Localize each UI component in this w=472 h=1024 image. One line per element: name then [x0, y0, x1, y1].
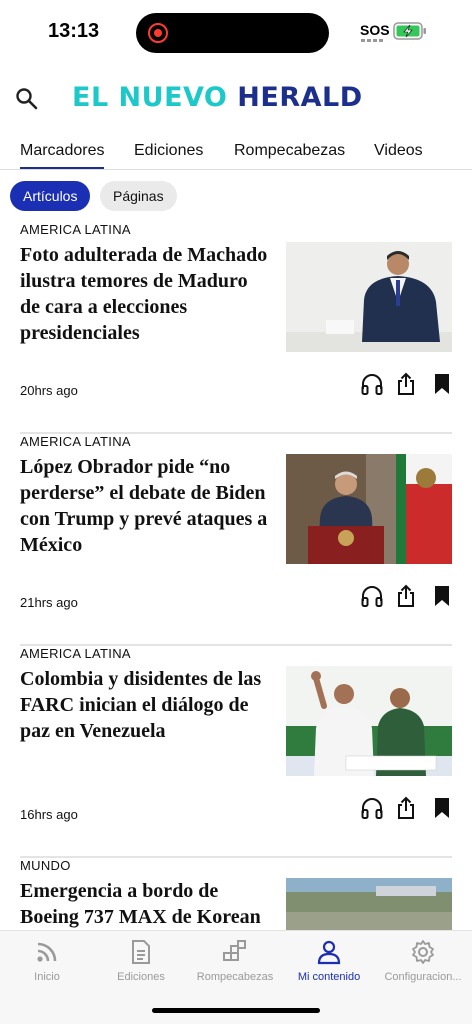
bookmark-icon[interactable] — [430, 584, 454, 608]
nav-configuracion[interactable]: Configuracion... — [376, 939, 470, 983]
article-image[interactable] — [286, 454, 452, 564]
headphones-icon[interactable] — [360, 372, 384, 396]
bookmark-icon[interactable] — [430, 796, 454, 820]
logo-part-1: EL NUEVO — [72, 82, 238, 113]
gear-icon — [412, 940, 434, 964]
nav-rompecabezas[interactable]: Rompecabezas — [188, 939, 282, 983]
article-section: AMERICA LATINA — [20, 646, 131, 661]
nav-inicio[interactable]: Inicio — [0, 939, 94, 983]
nav-label: Configuracion... — [384, 971, 462, 983]
share-icon[interactable] — [394, 372, 418, 396]
filter-articulos[interactable]: Artículos — [10, 181, 91, 211]
logo-part-2: HERALD — [237, 82, 363, 113]
signal-dots-icon — [361, 39, 385, 42]
dynamic-island — [136, 13, 329, 53]
nav-label: Mi contenido — [297, 971, 361, 983]
article-headline[interactable]: Colombia y disidentes de las FARC inicia… — [20, 666, 270, 744]
tab-rompecabezas[interactable]: Rompecabezas — [234, 142, 345, 160]
share-icon[interactable] — [394, 796, 418, 820]
article-card[interactable]: MUNDO Emergencia a bordo de Boeing 737 M… — [0, 858, 472, 930]
status-time: 13:13 — [48, 20, 100, 42]
headphones-icon[interactable] — [360, 796, 384, 820]
article-timestamp: 20hrs ago — [20, 383, 78, 398]
el-nuevo-herald-logo: EL NUEVO HERALD — [72, 82, 363, 113]
tab-videos[interactable]: Videos — [374, 142, 423, 160]
article-card[interactable]: AMERICA LATINA Foto adulterada de Machad… — [0, 222, 472, 434]
share-icon[interactable] — [394, 584, 418, 608]
article-image[interactable] — [286, 242, 452, 352]
search-icon[interactable] — [14, 86, 40, 112]
document-icon — [132, 940, 150, 964]
home-indicator[interactable] — [152, 1008, 320, 1013]
article-headline[interactable]: Emergencia a bordo de Boeing 737 MAX de … — [20, 878, 270, 930]
tab-marcadores[interactable]: Marcadores — [20, 142, 105, 169]
screen-recording-icon — [148, 23, 168, 43]
bookmark-icon[interactable] — [430, 372, 454, 396]
tab-ediciones[interactable]: Ediciones — [134, 142, 203, 160]
article-headline[interactable]: López Obrador pide “no perderse” el deba… — [20, 454, 270, 558]
nav-label: Inicio — [34, 971, 60, 983]
status-bar: 13:13 SOS — [0, 0, 472, 62]
headphones-icon[interactable] — [360, 584, 384, 608]
article-image[interactable] — [286, 878, 452, 930]
nav-mi-contenido[interactable]: Mi contenido — [282, 939, 376, 983]
person-icon — [317, 940, 341, 965]
rss-icon — [37, 942, 57, 962]
app-header: EL NUEVO HERALD — [0, 62, 472, 132]
battery-charging-icon — [393, 22, 426, 40]
article-section: AMERICA LATINA — [20, 222, 131, 237]
article-timestamp: 21hrs ago — [20, 595, 78, 610]
nav-label: Rompecabezas — [196, 971, 274, 983]
puzzle-icon — [223, 940, 246, 961]
article-section: MUNDO — [20, 858, 71, 873]
article-card[interactable]: AMERICA LATINA Colombia y disidentes de … — [0, 646, 472, 858]
nav-ediciones[interactable]: Ediciones — [94, 939, 188, 983]
article-section: AMERICA LATINA — [20, 434, 131, 449]
article-timestamp: 16hrs ago — [20, 807, 78, 822]
article-card[interactable]: AMERICA LATINA López Obrador pide “no pe… — [0, 434, 472, 646]
sos-label: SOS — [360, 22, 390, 38]
article-image[interactable] — [286, 666, 452, 776]
nav-label: Ediciones — [117, 971, 165, 983]
top-tabs: Marcadores Ediciones Rompecabezas Videos — [0, 132, 472, 170]
article-headline[interactable]: Foto adulterada de Machado ilustra temor… — [20, 242, 270, 346]
filter-paginas[interactable]: Páginas — [100, 181, 177, 211]
